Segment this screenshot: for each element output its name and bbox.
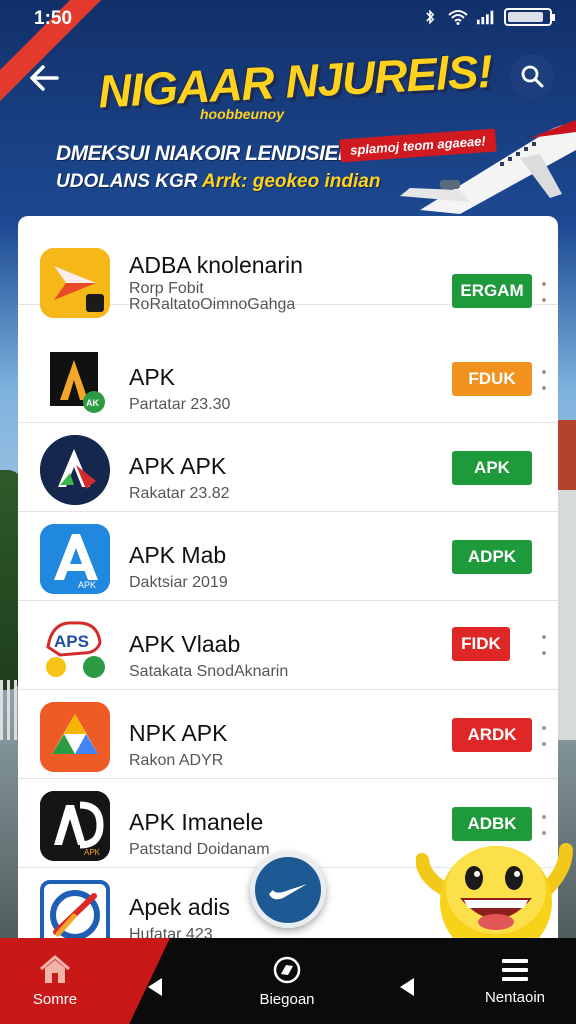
swoosh-icon xyxy=(269,884,307,900)
battery-icon xyxy=(504,8,555,26)
airplane-illustration xyxy=(400,120,576,214)
apk-circle-logo-icon xyxy=(40,435,110,505)
download-button[interactable]: APK xyxy=(452,451,532,485)
app-subtitle: Rakatar 23.82 xyxy=(129,485,230,502)
app-subtitle: Patstand Doidanam xyxy=(129,841,270,858)
nav-label: Nentaoin xyxy=(484,988,546,1006)
svg-text:AK: AK xyxy=(86,398,99,408)
svg-text:APS: APS xyxy=(54,632,89,651)
banner-subtitle: hoobbeunoy xyxy=(200,106,284,122)
status-time: 1:50 xyxy=(34,8,73,29)
drive-triangle-icon xyxy=(40,702,110,772)
app-subtitle: Partatar 23.30 xyxy=(129,396,231,413)
compass-apk-icon xyxy=(40,880,110,938)
list-item[interactable]: NPK APK Rakon ADYR ARDK xyxy=(18,690,558,779)
nav-label: Biegoan xyxy=(259,990,315,1008)
banner-line-2: UDOLANS KGR Arrk: geokeo indian xyxy=(56,171,380,193)
nav-back-arrow-icon[interactable] xyxy=(400,978,414,996)
floating-action-button[interactable] xyxy=(250,852,326,928)
app-subtitle: Satakata SnodAknarin xyxy=(129,663,289,680)
apk-dark-ad-icon: APK xyxy=(40,791,110,861)
status-icons xyxy=(420,8,555,26)
app-name: NPK APK xyxy=(129,720,228,746)
app-subtitle: Rakon ADYR xyxy=(129,752,224,769)
download-button[interactable]: ERGAM xyxy=(452,274,532,308)
search-icon xyxy=(521,65,544,88)
bottom-navigation: Somre Biegoan Nentaoin xyxy=(0,938,576,1024)
app-subtitle: RoRaltatoOimnoGahga xyxy=(129,296,296,313)
banner-line-2-a: UDOLANS KGR xyxy=(56,171,198,192)
bluetooth-icon xyxy=(426,9,435,25)
wifi-icon xyxy=(448,10,468,25)
more-options-icon[interactable] xyxy=(540,635,548,655)
arrow-left-icon xyxy=(30,65,59,91)
list-item[interactable]: AK APK Partatar 23.30 FDUK xyxy=(18,334,558,423)
app-name: APK Imanele xyxy=(129,809,264,835)
more-options-icon[interactable] xyxy=(540,726,548,746)
nav-back-arrow-icon[interactable] xyxy=(148,978,162,996)
home-icon xyxy=(40,954,70,983)
download-button[interactable]: ADPK xyxy=(452,540,532,574)
download-button[interactable]: FIDK xyxy=(452,627,510,661)
svg-text:APK: APK xyxy=(78,580,96,590)
apk-sticker-icon: APS xyxy=(40,613,110,683)
list-item[interactable]: APK APK Mab Daktsiar 2019 ADPK xyxy=(18,512,558,601)
menu-icon xyxy=(502,958,528,981)
app-name: APK Mab xyxy=(129,542,227,568)
more-options-icon[interactable] xyxy=(540,370,548,390)
download-button[interactable]: ARDK xyxy=(452,718,532,752)
app-subtitle: Daktsiar 2019 xyxy=(129,574,228,591)
list-item[interactable]: ADBA knolenarin Rorp Fobit RoRaltatoOimn… xyxy=(18,216,558,318)
app-name: APK APK xyxy=(129,453,227,479)
nav-item-home[interactable]: Somre xyxy=(18,938,92,1024)
apk-blue-a-icon: APK xyxy=(40,524,110,594)
nav-item-explore[interactable]: Biegoan xyxy=(250,938,324,1024)
app-name: ADBA knolenarin xyxy=(129,252,303,278)
compass-icon xyxy=(273,956,301,983)
app-name: APK xyxy=(129,364,176,390)
signal-icon xyxy=(476,10,494,25)
list-item[interactable]: APK APK Rakatar 23.82 APK xyxy=(18,423,558,512)
list-item[interactable]: APS APK Vlaab Satakata SnodAknarin FIDK xyxy=(18,601,558,690)
download-button[interactable]: FDUK xyxy=(452,362,532,396)
nav-label: Somre xyxy=(32,990,78,1008)
play-store-style-icon xyxy=(40,248,110,318)
banner-line-1: DMEKSUI NIAKOIR LENDISIEI xyxy=(56,142,344,165)
apk-a-logo-icon: AK xyxy=(40,346,110,416)
nav-item-menu[interactable]: Nentaoin xyxy=(478,938,552,1024)
app-name: Apek adis xyxy=(129,894,231,920)
app-subtitle: Hufatar 423 xyxy=(129,926,213,938)
banner-line-2-b: Arrk: geokeo indian xyxy=(202,171,381,192)
status-bar: 1:50 xyxy=(0,0,576,36)
svg-text:APK: APK xyxy=(84,848,101,857)
search-button[interactable] xyxy=(510,54,554,98)
back-button[interactable] xyxy=(22,56,66,100)
more-options-icon[interactable] xyxy=(540,282,548,302)
app-name: APK Vlaab xyxy=(129,631,241,657)
